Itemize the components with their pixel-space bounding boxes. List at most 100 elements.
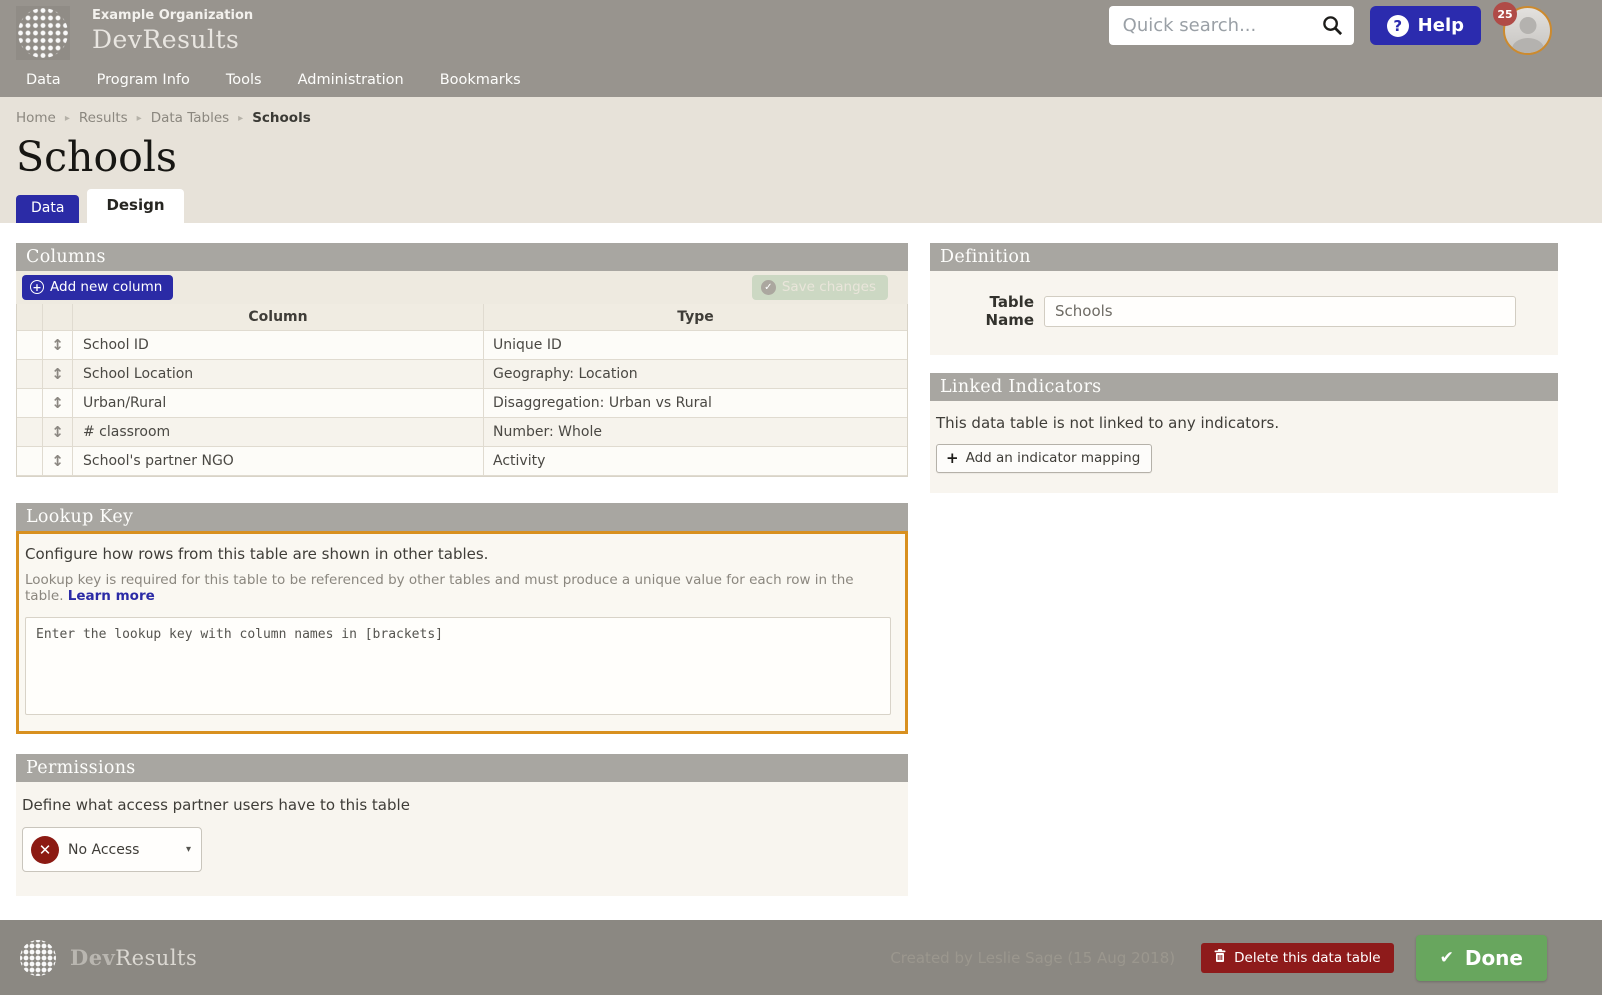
column-header: Column [73, 304, 484, 331]
table-row[interactable]: ↕ School Location Geography: Location [17, 360, 907, 389]
nav-item-data[interactable]: Data [26, 66, 79, 96]
add-indicator-mapping-label: Add an indicator mapping [965, 450, 1141, 466]
table-name-input[interactable] [1044, 295, 1516, 327]
nav-item-bookmarks[interactable]: Bookmarks [440, 66, 539, 96]
notification-badge[interactable]: 25 [1493, 2, 1517, 26]
definition-panel-title: Definition [930, 243, 1558, 271]
brand-name: DevResults [92, 25, 240, 54]
cell-type[interactable]: Geography: Location [484, 360, 907, 389]
linked-indicators-title: Linked Indicators [930, 373, 1558, 401]
breadcrumb-sep-icon: ▸ [64, 112, 70, 124]
brand-block: Example Organization DevResults [92, 6, 253, 54]
plus-icon: + [946, 449, 959, 467]
done-check-icon: ✔ [1439, 947, 1454, 968]
tab-data[interactable]: Data [16, 195, 80, 223]
page-head: Home ▸ Results ▸ Data Tables ▸ Schools S… [0, 97, 1602, 223]
breadcrumb-results[interactable]: Results [79, 110, 128, 126]
cell-type[interactable]: Number: Whole [484, 418, 907, 447]
main-nav: Data Program Info Tools Administration B… [0, 65, 1602, 97]
permissions-panel: Permissions Define what access partner u… [16, 754, 908, 896]
breadcrumb-data-tables[interactable]: Data Tables [151, 110, 229, 126]
no-access-icon: ✕ [31, 835, 59, 864]
lookup-key-panel-title: Lookup Key [16, 503, 908, 531]
nav-item-program-info[interactable]: Program Info [97, 66, 208, 96]
drag-handle-icon[interactable]: ↕ [43, 360, 73, 389]
search-input[interactable] [1108, 6, 1354, 45]
done-label: Done [1464, 945, 1523, 970]
nav-item-tools[interactable]: Tools [226, 66, 280, 96]
table-row[interactable]: ↕ # classroom Number: Whole [17, 418, 907, 447]
cell-column[interactable]: School's partner NGO [73, 447, 484, 476]
trash-icon [1214, 948, 1226, 967]
cell-column[interactable]: School Location [73, 360, 484, 389]
nav-item-administration[interactable]: Administration [298, 66, 422, 96]
organization-name: Example Organization [92, 8, 254, 23]
drag-handle-icon[interactable]: ↕ [43, 331, 73, 360]
lookup-key-body: Configure how rows from this table are s… [16, 531, 908, 734]
done-button[interactable]: ✔ Done [1415, 934, 1547, 981]
cell-type[interactable]: Activity [484, 447, 907, 476]
top-header: Example Organization DevResults ? Help 2… [0, 0, 1602, 65]
breadcrumb-home[interactable]: Home [16, 110, 56, 126]
plus-circle-icon: + [30, 280, 44, 294]
delete-data-table-button[interactable]: Delete this data table [1201, 942, 1394, 973]
add-indicator-mapping-button[interactable]: + Add an indicator mapping [936, 444, 1153, 473]
footer-brand-bold: Dev [70, 945, 116, 970]
breadcrumb-sep-icon: ▸ [136, 112, 142, 124]
footer-brand-rest: Results [115, 946, 198, 970]
globe-logo-icon [18, 8, 68, 58]
linked-indicators-panel: Linked Indicators This data table is not… [930, 373, 1558, 493]
app-logo[interactable] [16, 6, 70, 60]
columns-table: Column Type ↕ School ID Unique ID ↕ Scho… [16, 304, 908, 477]
cell-column[interactable]: # classroom [73, 418, 484, 447]
cell-column[interactable]: School ID [73, 331, 484, 360]
definition-body: Table Name [930, 271, 1558, 355]
access-level-dropdown[interactable]: ✕ No Access ▾ [22, 827, 202, 872]
created-by-text: Created by Leslie Sage (15 Aug 2018) [890, 948, 1176, 967]
delete-data-table-label: Delete this data table [1234, 949, 1381, 966]
footer-brand-name: DevResults [70, 945, 197, 970]
definition-panel: Definition Table Name [930, 243, 1558, 355]
lookup-key-panel: Lookup Key Configure how rows from this … [16, 503, 908, 734]
columns-table-header: Column Type [17, 304, 907, 331]
access-level-value: No Access [68, 841, 140, 858]
caret-down-icon: ▾ [185, 844, 191, 855]
save-changes-button[interactable]: ✓ Save changes [751, 275, 888, 300]
columns-panel: Columns + Add new column ✓ Save changes … [16, 243, 908, 477]
search-icon[interactable] [1321, 14, 1344, 41]
footer: DevResults Created by Leslie Sage (15 Au… [0, 920, 1602, 995]
tab-bar: Data Design [16, 189, 184, 223]
lookup-note: Lookup key is required for this table to… [25, 572, 891, 604]
breadcrumb: Home ▸ Results ▸ Data Tables ▸ Schools [16, 110, 1586, 126]
type-header: Type [484, 304, 907, 331]
cell-type[interactable]: Disaggregation: Urban vs Rural [484, 389, 907, 418]
main-content: Columns + Add new column ✓ Save changes … [0, 223, 1602, 920]
footer-brand[interactable]: DevResults [20, 939, 197, 976]
table-row[interactable]: ↕ Urban/Rural Disaggregation: Urban vs R… [17, 389, 907, 418]
cell-type[interactable]: Unique ID [484, 331, 907, 360]
help-button[interactable]: ? Help [1369, 6, 1481, 45]
table-row[interactable]: ↕ School's partner NGO Activity [17, 447, 907, 476]
linked-indicators-body: This data table is not linked to any ind… [930, 401, 1558, 493]
help-label: Help [1417, 15, 1464, 36]
add-new-column-button[interactable]: + Add new column [22, 275, 174, 300]
learn-more-link[interactable]: Learn more [68, 588, 155, 604]
breadcrumb-sep-icon: ▸ [238, 112, 244, 124]
lookup-key-textarea[interactable] [25, 617, 891, 715]
globe-logo-icon [20, 939, 56, 976]
linked-indicators-empty-text: This data table is not linked to any ind… [936, 414, 1280, 432]
permissions-panel-title: Permissions [16, 754, 908, 782]
add-new-column-label: Add new column [50, 279, 163, 295]
cell-column[interactable]: Urban/Rural [73, 389, 484, 418]
table-row[interactable]: ↕ School ID Unique ID [17, 331, 907, 360]
drag-handle-icon[interactable]: ↕ [43, 389, 73, 418]
tab-design[interactable]: Design [87, 189, 184, 223]
user-menu[interactable]: 25 [1493, 2, 1552, 55]
columns-panel-title: Columns [16, 243, 908, 271]
drag-handle-icon[interactable]: ↕ [43, 418, 73, 447]
save-changes-label: Save changes [781, 279, 876, 295]
columns-toolbar: + Add new column ✓ Save changes [16, 271, 908, 304]
drag-handle-icon[interactable]: ↕ [43, 447, 73, 476]
help-icon: ? [1386, 14, 1409, 37]
permissions-description: Define what access partner users have to… [22, 796, 410, 814]
